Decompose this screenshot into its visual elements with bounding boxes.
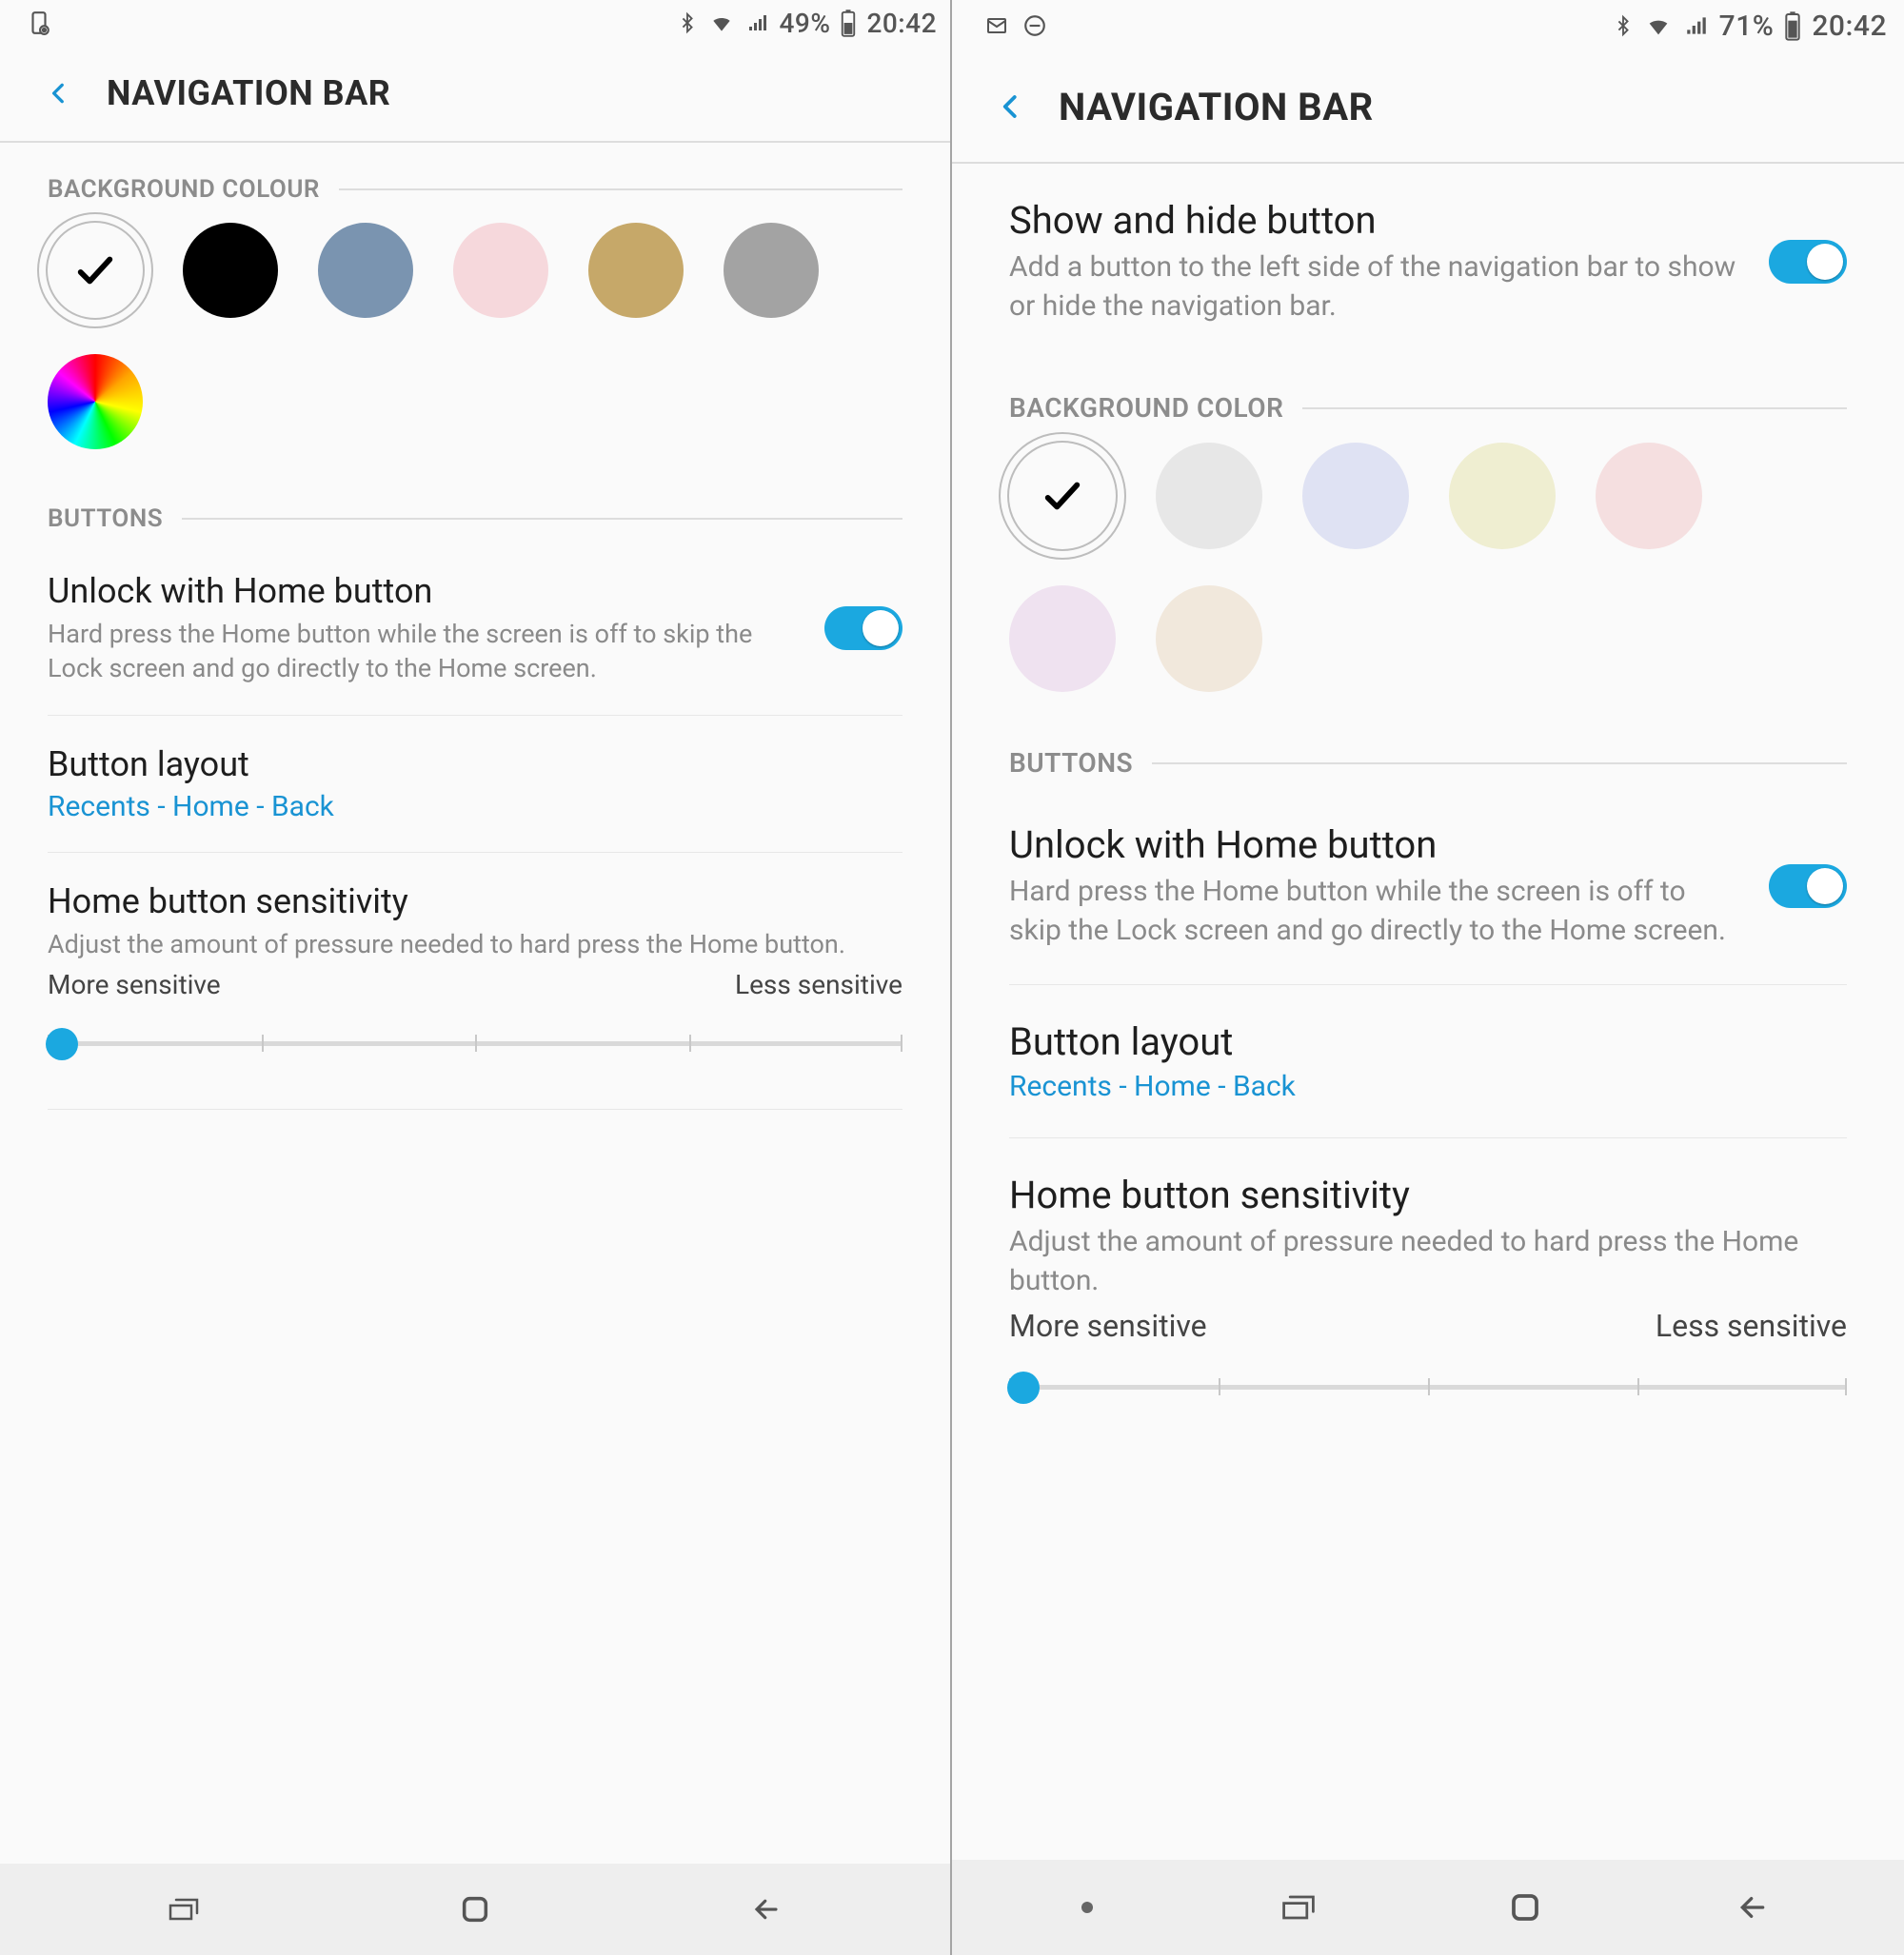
- signal-icon: [1683, 13, 1710, 38]
- section-buttons: BUTTONS: [48, 472, 902, 543]
- setting-desc: Hard press the Home button while the scr…: [48, 617, 796, 686]
- section-buttons: BUTTONS: [1009, 715, 1847, 788]
- color-swatch[interactable]: [183, 223, 278, 318]
- setting-button-layout[interactable]: Button layout Recents - Home - Back: [48, 715, 902, 852]
- battery-percent: 71%: [1719, 10, 1775, 43]
- bluetooth-icon: [1613, 11, 1634, 40]
- content-scroll[interactable]: Show and hide button Add a button to the…: [952, 164, 1904, 1860]
- slider-label-less: Less sensitive: [1656, 1308, 1847, 1344]
- setting-home-sensitivity[interactable]: Home button sensitivity Adjust the amoun…: [1009, 1137, 1847, 1487]
- app-bar: NAVIGATION BAR: [0, 46, 950, 143]
- color-swatch[interactable]: [1596, 443, 1702, 549]
- battery-icon: [1783, 10, 1802, 41]
- color-grid: [1009, 433, 1847, 715]
- screenshot-left: 49% 20:42 NAVIGATION BAR BACKGROUND COLO…: [0, 0, 952, 1955]
- setting-title: Home button sensitivity: [48, 881, 902, 921]
- wifi-icon: [1643, 12, 1674, 39]
- back-button[interactable]: [990, 86, 1032, 128]
- slider-label-less: Less sensitive: [735, 969, 902, 1000]
- setting-show-hide-button[interactable]: Show and hide button Add a button to the…: [1009, 164, 1847, 360]
- setting-value: Recents - Home - Back: [1009, 1070, 1847, 1103]
- toggle-unlock-home[interactable]: [824, 606, 902, 650]
- color-swatch[interactable]: [48, 354, 143, 449]
- color-swatch[interactable]: [1156, 585, 1262, 692]
- color-swatch[interactable]: [48, 223, 143, 318]
- status-bar: 49% 20:42: [0, 0, 950, 46]
- slider-label-more: More sensitive: [1009, 1308, 1207, 1344]
- page-title: NAVIGATION BAR: [107, 73, 390, 113]
- back-button[interactable]: [1731, 1886, 1775, 1929]
- color-grid: [48, 213, 902, 472]
- setting-title: Unlock with Home button: [1009, 822, 1740, 867]
- slider-label-more: More sensitive: [48, 969, 221, 1000]
- back-button[interactable]: [744, 1887, 788, 1931]
- show-hide-nav-dot[interactable]: [1081, 1902, 1093, 1913]
- system-nav-bar: [0, 1864, 950, 1955]
- color-swatch[interactable]: [453, 223, 548, 318]
- color-swatch[interactable]: [1449, 443, 1556, 549]
- status-bar: 71% 20:42: [952, 0, 1904, 51]
- setting-desc: Hard press the Home button while the scr…: [1009, 873, 1740, 950]
- sensitivity-slider[interactable]: [1009, 1357, 1847, 1414]
- setting-title: Button layout: [1009, 1019, 1847, 1064]
- recents-button[interactable]: [1277, 1886, 1320, 1929]
- setting-desc: Add a button to the left side of the nav…: [1009, 248, 1740, 326]
- bluetooth-icon: [677, 10, 698, 36]
- slider-thumb[interactable]: [46, 1028, 78, 1060]
- app-bar: NAVIGATION BAR: [952, 51, 1904, 164]
- dnd-icon: [1022, 13, 1047, 38]
- color-swatch[interactable]: [1009, 443, 1116, 549]
- recents-button[interactable]: [162, 1887, 206, 1931]
- color-swatch[interactable]: [1009, 585, 1116, 692]
- color-swatch[interactable]: [588, 223, 684, 318]
- home-button[interactable]: [1503, 1886, 1547, 1929]
- setting-unlock-home[interactable]: Unlock with Home button Hard press the H…: [48, 543, 902, 715]
- signal-icon: [745, 11, 770, 34]
- screenshot-icon: [27, 10, 51, 35]
- color-swatch[interactable]: [1156, 443, 1262, 549]
- setting-desc: Adjust the amount of pressure needed to …: [1009, 1223, 1847, 1300]
- color-swatch[interactable]: [724, 223, 819, 318]
- screenshot-right: 71% 20:42 NAVIGATION BAR Show and hide b…: [952, 0, 1904, 1955]
- setting-title: Show and hide button: [1009, 198, 1740, 243]
- setting-value: Recents - Home - Back: [48, 790, 902, 823]
- page-title: NAVIGATION BAR: [1059, 85, 1374, 129]
- setting-title: Unlock with Home button: [48, 571, 796, 611]
- toggle-show-hide[interactable]: [1769, 240, 1847, 284]
- section-background-colour: BACKGROUND COLOUR: [48, 143, 902, 213]
- setting-title: Home button sensitivity: [1009, 1173, 1847, 1217]
- setting-title: Button layout: [48, 744, 902, 784]
- battery-icon: [840, 9, 857, 37]
- toggle-unlock-home[interactable]: [1769, 864, 1847, 908]
- sensitivity-slider[interactable]: [48, 1014, 902, 1071]
- section-background-color: BACKGROUND COLOR: [1009, 360, 1847, 433]
- setting-button-layout[interactable]: Button layout Recents - Home - Back: [1009, 984, 1847, 1137]
- clock: 20:42: [866, 8, 937, 39]
- system-nav-bar: [952, 1860, 1904, 1955]
- mail-icon: [982, 14, 1011, 37]
- home-button[interactable]: [453, 1887, 497, 1931]
- slider-thumb[interactable]: [1007, 1372, 1040, 1404]
- color-swatch[interactable]: [318, 223, 413, 318]
- color-swatch[interactable]: [1302, 443, 1409, 549]
- setting-home-sensitivity[interactable]: Home button sensitivity Adjust the amoun…: [48, 852, 902, 1138]
- setting-unlock-home[interactable]: Unlock with Home button Hard press the H…: [1009, 788, 1847, 984]
- clock: 20:42: [1812, 10, 1887, 43]
- wifi-icon: [707, 10, 736, 35]
- back-button[interactable]: [38, 72, 80, 114]
- battery-percent: 49%: [780, 8, 831, 39]
- content-scroll[interactable]: BACKGROUND COLOUR BUTTONS Unlock with Ho…: [0, 143, 950, 1864]
- setting-desc: Adjust the amount of pressure needed to …: [48, 927, 902, 961]
